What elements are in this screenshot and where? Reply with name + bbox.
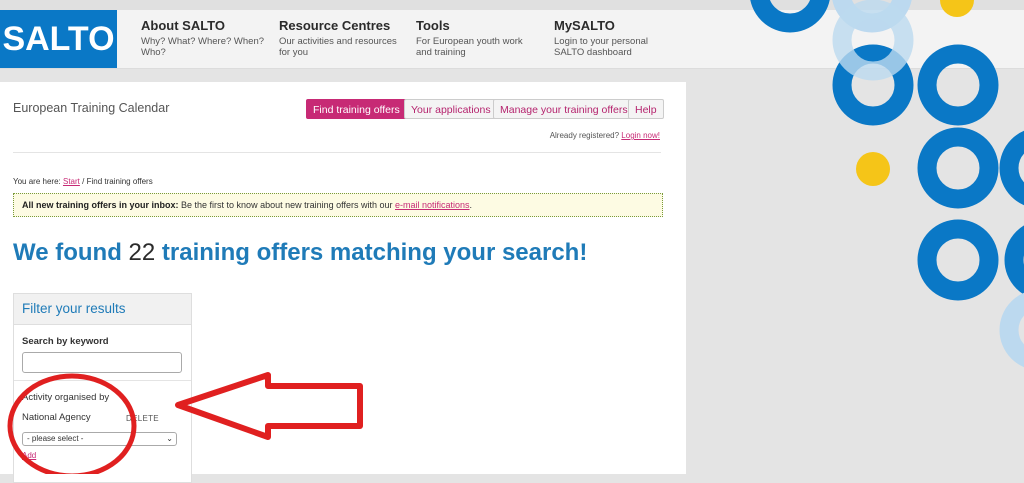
annotation-circle	[7, 373, 137, 474]
red-annotation	[7, 372, 363, 474]
annotation-arrow	[175, 372, 363, 440]
